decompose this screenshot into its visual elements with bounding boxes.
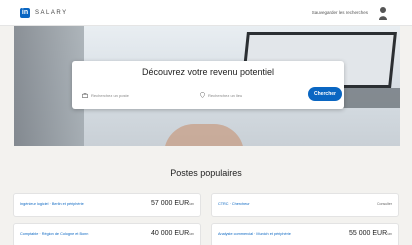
linkedin-logo-icon: in	[20, 8, 30, 18]
saved-searches-link[interactable]: Sauvegarder les recherches	[312, 10, 368, 15]
job-card-label: Analyste commercial · Munich et périphér…	[218, 232, 291, 236]
job-card-label: Comptable · Région de Cologne et Bonn	[20, 232, 89, 236]
job-card-salary: Consulter	[377, 202, 392, 206]
job-card-salary: 57 000 EUR/an	[150, 200, 194, 207]
location-input[interactable]: Recherchez un lieu	[200, 89, 242, 101]
search-title: Découvrez votre revenu potentiel	[141, 67, 275, 77]
job-card-label: CTRC · Chercheur	[218, 202, 250, 206]
job-card-salary: 55 000 EUR/an	[348, 230, 392, 237]
linkedin-salary-logo[interactable]: in SALARY	[20, 8, 68, 18]
job-card-label: Ingénieur logiciel · Berlin et périphéri…	[20, 202, 84, 206]
salary-search-card: Découvrez votre revenu potentiel Recherc…	[72, 61, 344, 109]
popular-job-card[interactable]: Ingénieur logiciel · Berlin et périphéri…	[14, 194, 200, 216]
search-button[interactable]: Chercher	[308, 87, 342, 101]
top-navigation-bar: in SALARY Sauvegarder les recherches	[0, 0, 412, 26]
user-icon[interactable]	[378, 6, 388, 20]
briefcase-icon	[82, 92, 88, 98]
salary-wordmark: SALARY	[35, 10, 68, 16]
job-title-placeholder: Recherchez un poste	[91, 92, 129, 98]
job-title-input[interactable]: Recherchez un poste	[82, 89, 129, 101]
location-placeholder: Recherchez un lieu	[208, 92, 243, 98]
popular-jobs-title: Postes populaires	[170, 168, 242, 178]
popular-job-card[interactable]: CTRC · Chercheur Consulter	[212, 194, 398, 216]
job-card-salary: 40 000 EUR/an	[150, 230, 194, 237]
hero-hand-image	[164, 124, 244, 146]
location-pin-icon	[200, 92, 205, 98]
popular-job-card[interactable]: Analyste commercial · Munich et périphér…	[212, 224, 398, 245]
popular-job-card[interactable]: Comptable · Région de Cologne et Bonn 40…	[14, 224, 200, 245]
